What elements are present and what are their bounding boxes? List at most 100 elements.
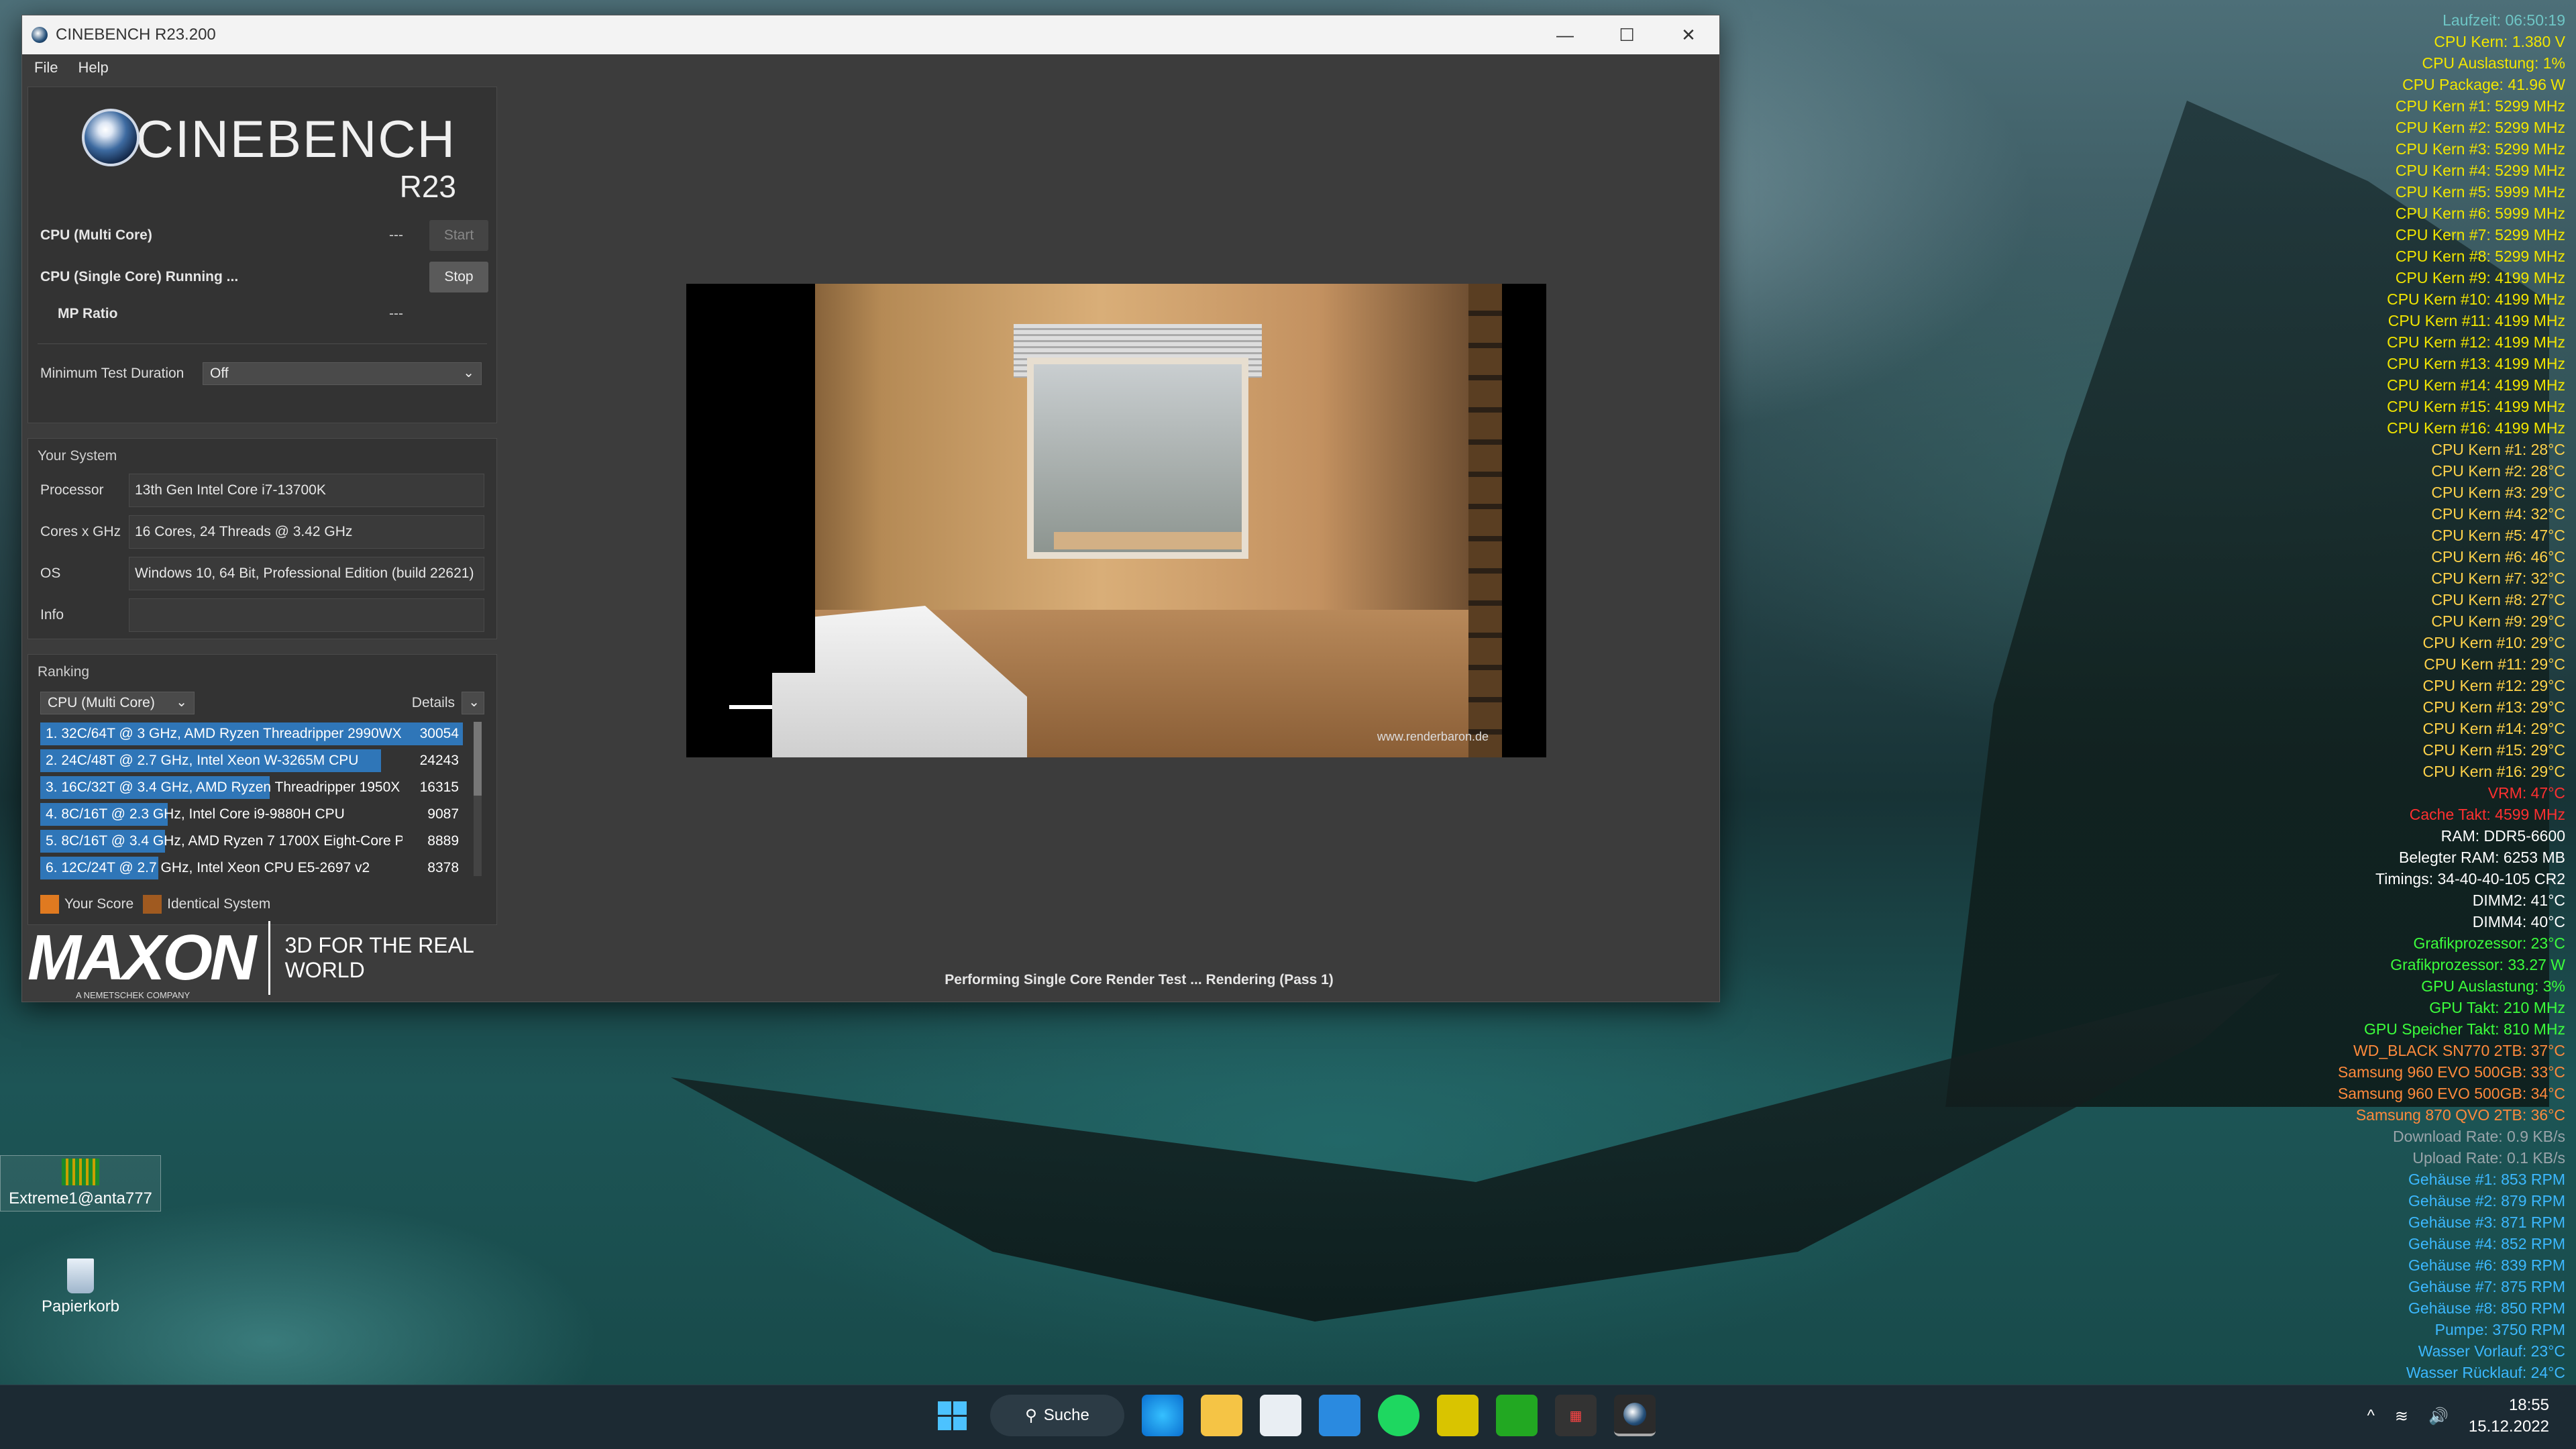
system-title: Your System [38,448,117,464]
system-row-cores: Cores x GHz 16 Cores, 24 Threads @ 3.42 … [28,511,496,553]
osd-line: CPU Kern #8: 27°C [2431,591,2565,608]
ranking-row[interactable]: 1. 32C/64T @ 3 GHz, AMD Ryzen Threadripp… [40,720,463,747]
scrollbar-thumb[interactable] [474,722,482,796]
osd-line: Gehäuse #3: 871 RPM [2408,1214,2565,1231]
store-icon[interactable] [1260,1395,1301,1436]
logo-title: CINEBENCH [136,109,456,168]
ranking-row[interactable]: 5. 8C/16T @ 3.4 GHz, AMD Ryzen 7 1700X E… [40,828,463,855]
desktop-icon-label: Extreme1@anta777 [9,1189,152,1208]
osd-line: CPU Kern: 1.380 V [2434,33,2565,50]
osd-line: CPU Kern #8: 5299 MHz [2395,248,2565,265]
desktop-icon-extreme[interactable]: Extreme1@anta777 [0,1155,161,1212]
tool-app-icon[interactable] [1437,1395,1479,1436]
osd-line: CPU Kern #4: 5299 MHz [2395,162,2565,179]
osd-line: WD_BLACK SN770 2TB: 37°C [2353,1042,2565,1059]
menu-help[interactable]: Help [78,59,108,76]
taskbar-search[interactable]: ⚲ Suche [990,1395,1124,1436]
system-row-processor: Processor 13th Gen Intel Core i7-13700K [28,470,496,511]
maxon-logo: MAXON [28,922,256,994]
stop-button[interactable]: Stop [429,262,488,292]
osd-line: CPU Kern #14: 29°C [2422,720,2565,737]
wifi-icon[interactable]: ≋ [2395,1407,2408,1426]
window-title: CINEBENCH R23.200 [56,25,216,44]
desktop-icon-recycle-bin[interactable]: Papierkorb [0,1258,161,1316]
processor-value[interactable]: 13th Gen Intel Core i7-13700K [129,474,484,507]
render-viewport: www.renderbaron.de [686,284,1546,757]
menu-file[interactable]: File [34,59,58,76]
os-value[interactable]: Windows 10, 64 Bit, Professional Edition… [129,557,484,590]
volume-icon[interactable]: 🔊 [2428,1407,2449,1426]
ranking-score: 24243 [419,753,459,768]
osd-line: CPU Kern #1: 28°C [2431,441,2565,458]
chevron-down-icon: ⌄ [463,366,474,380]
multi-core-score: --- [389,227,403,243]
tests-panel: CINEBENCH R23 CPU (Multi Core) --- Start… [28,87,497,423]
windows-start-icon[interactable] [931,1395,973,1436]
edge-icon[interactable] [1142,1395,1183,1436]
render-watermark: www.renderbaron.de [1377,730,1489,743]
unrendered-area [772,284,815,673]
duration-select[interactable]: Off ⌄ [203,362,482,385]
render-image: www.renderbaron.de [772,284,1502,757]
osd-line: VRM: 47°C [2487,784,2565,802]
ranking-scrollbar[interactable] [474,722,482,876]
osd-line: CPU Kern #6: 5999 MHz [2395,205,2565,222]
osd-line: Grafikprozessor: 33.27 W [2390,956,2565,973]
details-toggle[interactable]: ⌄ [462,692,484,714]
start-button[interactable]: Start [429,220,488,251]
cinebench-taskbar-icon[interactable] [1614,1395,1656,1436]
minimize-button[interactable]: — [1534,15,1596,54]
ranking-label: 1. 32C/64T @ 3 GHz, AMD Ryzen Threadripp… [46,726,402,741]
ranking-select[interactable]: CPU (Multi Core) ⌄ [40,692,195,714]
info-field[interactable] [129,598,484,632]
osd-line: CPU Auslastung: 1% [2422,54,2565,72]
ranking-row[interactable]: 3. 16C/32T @ 3.4 GHz, AMD Ryzen Threadri… [40,774,463,801]
tray-overflow-chevron[interactable]: ^ [2367,1407,2375,1426]
osd-line: CPU Kern #15: 29°C [2422,741,2565,759]
ranking-label: 3. 16C/32T @ 3.4 GHz, AMD Ryzen Threadri… [46,780,400,795]
osd-line: Gehäuse #6: 839 RPM [2408,1256,2565,1274]
duration-label: Minimum Test Duration [40,366,184,381]
ranking-score: 8889 [427,833,459,849]
ranking-row[interactable]: 4. 8C/16T @ 2.3 GHz, Intel Core i9-9880H… [40,801,463,828]
system-tray: ^ ≋ 🔊 18:55 15.12.2022 [2367,1395,2549,1438]
title-bar[interactable]: CINEBENCH R23.200 — ☐ ✕ [22,15,1719,54]
osd-line: Wasser Vorlauf: 23°C [2418,1342,2565,1360]
osd-line: Gehäuse #2: 879 RPM [2408,1192,2565,1210]
render-bucket-marker [729,705,772,709]
ranking-select-value: CPU (Multi Core) [48,695,155,710]
hwinfo-icon[interactable]: ▦ [1555,1395,1597,1436]
render-table [1054,532,1242,549]
ranking-row[interactable]: 6. 12C/24T @ 2.7 GHz, Intel Xeon CPU E5-… [40,855,463,881]
cinebench-logo: CINEBENCH R23 [28,87,496,215]
osd-line: CPU Kern #7: 32°C [2431,570,2565,587]
system-row-info: Info [28,594,496,636]
cores-value[interactable]: 16 Cores, 24 Threads @ 3.42 GHz [129,515,484,549]
single-core-status: Running ... [165,269,239,284]
cinebench-sphere-icon [82,109,140,166]
divider [38,343,487,344]
osd-line: Gehäuse #1: 853 RPM [2408,1171,2565,1188]
test-row-multi: CPU (Multi Core) --- Start [28,215,496,256]
maximize-button[interactable]: ☐ [1596,15,1658,54]
osd-line: CPU Kern #2: 5299 MHz [2395,119,2565,136]
system-row-os: OS Windows 10, 64 Bit, Professional Edit… [28,553,496,594]
osd-line: Cache Takt: 4599 MHz [2409,806,2565,823]
system-panel: Your System Processor 13th Gen Intel Cor… [28,438,497,639]
ranking-label: 5. 8C/16T @ 3.4 GHz, AMD Ryzen 7 1700X E… [46,833,402,849]
hardware-monitor-overlay: Laufzeit: 06:50:19 CPU Kern: 1.380 V CPU A… [2096,9,2565,1383]
ranking-title: Ranking [38,664,90,680]
chevron-down-icon: ⌄ [176,695,187,710]
mail-icon[interactable] [1319,1395,1360,1436]
osd-line: CPU Kern #1: 5299 MHz [2395,97,2565,115]
spotify-icon[interactable] [1378,1395,1419,1436]
ranking-row[interactable]: 2. 24C/48T @ 2.7 GHz, Intel Xeon W-3265M… [40,747,463,774]
gpu-monitor-icon[interactable] [1496,1395,1538,1436]
close-button[interactable]: ✕ [1658,15,1719,54]
osd-line: DIMM4: 40°C [2472,913,2565,930]
file-explorer-icon[interactable] [1201,1395,1242,1436]
clock[interactable]: 18:55 15.12.2022 [2469,1395,2549,1438]
osd-line: CPU Kern #16: 4199 MHz [2387,419,2565,437]
osd-line: CPU Kern #9: 29°C [2431,612,2565,630]
mp-ratio-value: --- [389,306,403,321]
